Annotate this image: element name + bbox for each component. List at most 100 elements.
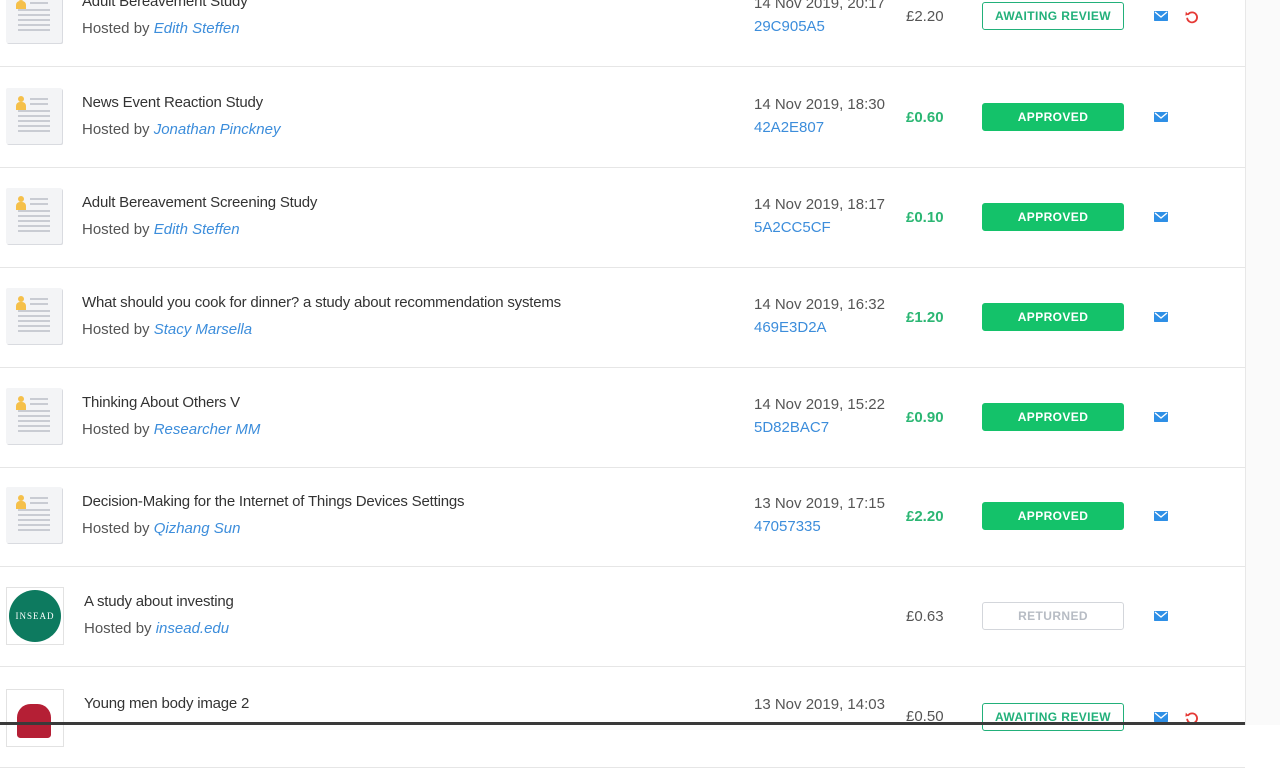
- submission-row: Decision-Making for the Internet of Thin…: [0, 466, 1245, 567]
- person-figure: [16, 495, 26, 509]
- text-line: [30, 303, 48, 305]
- text-line: [18, 529, 50, 531]
- figure-body: [16, 302, 26, 310]
- researcher-link[interactable]: Stacy Marsella: [154, 321, 252, 338]
- study-title: A study about investing: [84, 593, 234, 610]
- submission-date: 13 Nov 2019, 17:15: [754, 495, 885, 512]
- hosted-by: Hosted by Qizhang Sun: [82, 520, 240, 537]
- hosted-by: Hosted by insead.edu: [84, 620, 229, 637]
- completion-code[interactable]: 5D82BAC7: [754, 419, 829, 436]
- hosted-by-label: Hosted by: [82, 520, 150, 537]
- completion-code[interactable]: 47057335: [754, 518, 821, 535]
- hosted-by-label: Hosted by: [82, 321, 150, 338]
- message-icon[interactable]: [1154, 11, 1168, 21]
- study-title: Decision-Making for the Internet of Thin…: [82, 493, 465, 510]
- text-line: [30, 298, 48, 300]
- figure-body: [16, 402, 26, 410]
- text-line: [18, 24, 50, 26]
- researcher-link[interactable]: Edith Steffen: [154, 20, 240, 37]
- text-line: [18, 130, 50, 132]
- document-icon: [6, 0, 62, 43]
- researcher-link[interactable]: insead.edu: [156, 620, 229, 637]
- completion-code[interactable]: 5A2CC5CF: [754, 219, 831, 236]
- person-figure: [16, 396, 26, 410]
- researcher-link[interactable]: Edith Steffen: [154, 221, 240, 238]
- person-figure: [16, 296, 26, 310]
- submission-date: 14 Nov 2019, 16:32: [754, 296, 885, 313]
- submission-row: What should you cook for dinner? a study…: [0, 267, 1245, 368]
- submission-row: Adult Bereavement Screening Study Hosted …: [0, 167, 1245, 268]
- document-icon: [6, 388, 62, 444]
- text-line: [30, 203, 48, 205]
- submission-date: 14 Nov 2019, 18:30: [754, 96, 885, 113]
- text-line: [18, 325, 50, 327]
- page-gutter: [1245, 0, 1280, 725]
- status-badge: APPROVED: [982, 103, 1124, 131]
- text-line: [18, 125, 50, 127]
- text-line: [18, 110, 50, 112]
- text-line: [18, 425, 50, 427]
- text-line: [18, 115, 50, 117]
- hosted-by-label: Hosted by: [82, 20, 150, 37]
- study-title: Young men body image 2: [84, 695, 250, 712]
- completion-code[interactable]: 469E3D2A: [754, 319, 827, 336]
- hosted-by: Hosted by Edith Steffen: [82, 221, 240, 238]
- status-badge: AWAITING REVIEW: [982, 2, 1124, 30]
- status-badge: APPROVED: [982, 502, 1124, 530]
- text-line: [18, 415, 50, 417]
- text-line: [30, 2, 48, 4]
- text-line: [18, 225, 50, 227]
- message-icon[interactable]: [1154, 212, 1168, 222]
- hosted-by: Hosted by Researcher MM: [82, 421, 260, 438]
- text-line: [30, 398, 48, 400]
- status-badge: APPROVED: [982, 403, 1124, 431]
- person-figure: [16, 0, 26, 9]
- message-icon[interactable]: [1154, 412, 1168, 422]
- message-icon[interactable]: [1154, 112, 1168, 122]
- hosted-by: Hosted by Jonathan Pinckney: [82, 121, 280, 138]
- study-title: Thinking About Others V: [82, 394, 240, 411]
- text-line: [18, 430, 50, 432]
- text-line: [18, 9, 50, 11]
- undo-icon[interactable]: [1184, 9, 1200, 25]
- message-icon[interactable]: [1154, 312, 1168, 322]
- reward-amount: £1.20: [906, 309, 944, 326]
- message-icon[interactable]: [1154, 511, 1168, 521]
- text-line: [30, 403, 48, 405]
- submission-date: 14 Nov 2019, 18:17: [754, 196, 885, 213]
- hosted-by-label: Hosted by: [82, 221, 150, 238]
- message-icon[interactable]: [1154, 611, 1168, 621]
- text-line: [18, 524, 50, 526]
- researcher-link[interactable]: Qizhang Sun: [154, 520, 241, 537]
- figure-body: [16, 501, 26, 509]
- message-icon[interactable]: [1154, 712, 1168, 722]
- study-title: What should you cook for dinner? a study…: [82, 294, 561, 311]
- figure-body: [16, 1, 26, 9]
- document-icon: [6, 188, 62, 244]
- text-line: [18, 19, 50, 21]
- text-line: [18, 519, 50, 521]
- text-line: [18, 514, 50, 516]
- reward-amount: £0.60: [906, 109, 944, 126]
- figure-body: [16, 202, 26, 210]
- submission-row: Thinking About Others V Hosted by Researc…: [0, 367, 1245, 468]
- study-title: Adult Bereavement Screening Study: [82, 194, 318, 211]
- text-line: [18, 410, 50, 412]
- status-badge: RETURNED: [982, 602, 1124, 630]
- hosted-by-label: Hosted by: [82, 121, 150, 138]
- text-line: [30, 198, 48, 200]
- text-line: [18, 320, 50, 322]
- document-icon: [6, 487, 62, 543]
- text-line: [18, 210, 50, 212]
- researcher-link[interactable]: Jonathan Pinckney: [154, 121, 281, 138]
- submission-row: Adult Bereavement Study Hosted by Edith S…: [0, 0, 1245, 67]
- text-line: [18, 120, 50, 122]
- text-line: [18, 509, 50, 511]
- text-line: [18, 330, 50, 332]
- submission-row: INSEAD A study about investing Hosted by i…: [0, 566, 1245, 667]
- researcher-link[interactable]: Researcher MM: [154, 421, 261, 438]
- text-line: [18, 315, 50, 317]
- completion-code[interactable]: 42A2E807: [754, 119, 824, 136]
- submission-date: 13 Nov 2019, 14:03: [754, 696, 885, 713]
- completion-code[interactable]: 29C905A5: [754, 18, 825, 35]
